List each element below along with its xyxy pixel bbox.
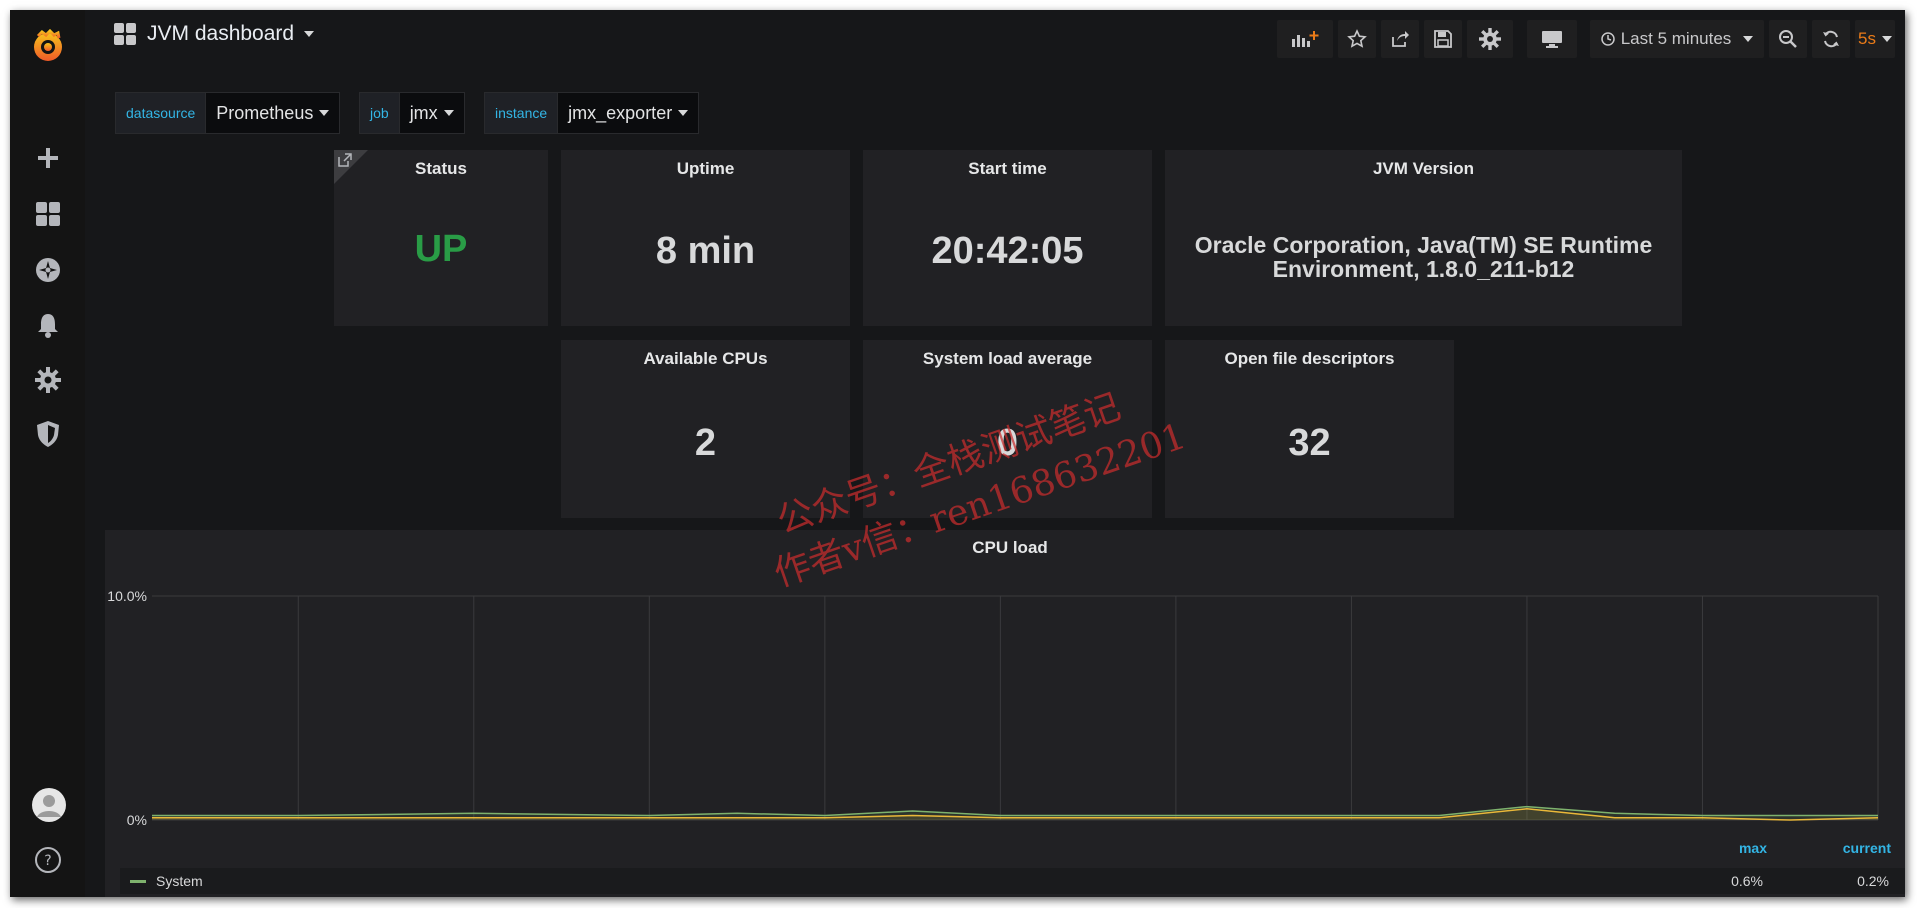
uptime-panel[interactable]: Uptime 8 min	[561, 150, 850, 326]
instance-select[interactable]: jmx_exporter	[558, 92, 700, 134]
legend-current-value: 0.2%	[1857, 873, 1889, 889]
star-dashboard-button[interactable]	[1338, 20, 1376, 58]
variable-value: Prometheus	[216, 102, 314, 123]
panel-title: Uptime	[676, 159, 735, 178]
x-tick-label: 20:45:00	[271, 829, 326, 830]
dashboard-title: JVM dashboard	[147, 22, 295, 45]
star-icon	[1347, 29, 1367, 48]
time-range-label: Last 5 minutes	[1620, 29, 1732, 48]
time-range-picker[interactable]: Last 5 minutes	[1590, 20, 1764, 58]
grafana-window: ? JVM dashboard Last 5 minutes 5s dataso…	[10, 10, 1905, 897]
stat-value: 8 min	[655, 230, 756, 272]
status-panel[interactable]: Status UP	[334, 150, 548, 326]
chevron-down-icon	[319, 110, 330, 116]
sidebar: ?	[10, 10, 85, 897]
variable-label: datasource	[115, 92, 207, 134]
dashboard-settings-button[interactable]	[1467, 20, 1513, 58]
dashboards-grid-icon[interactable]	[28, 194, 68, 234]
legend-header-max[interactable]: max	[1739, 840, 1767, 856]
dashboard-picker[interactable]: JVM dashboard	[113, 22, 315, 46]
chevron-down-icon	[1881, 36, 1892, 42]
save-icon	[1434, 30, 1452, 48]
monitor-icon	[1542, 31, 1562, 48]
panel-title: Status	[415, 159, 467, 178]
add-panel-button[interactable]	[1277, 20, 1333, 58]
chevron-down-icon	[678, 110, 689, 116]
jvm-version-panel[interactable]: JVM Version Oracle Corporation, Java(TM)…	[1165, 150, 1682, 326]
variable-label: instance	[484, 92, 559, 134]
cpu-load-panel[interactable]: CPU load 10.0%0%20:45:0020:45:3020:46:00…	[105, 530, 1905, 897]
legend-color-swatch[interactable]	[130, 880, 146, 883]
x-tick-label: 20:46:30	[798, 829, 853, 830]
user-avatar[interactable]	[29, 785, 69, 825]
cycle-view-mode-button[interactable]	[1527, 20, 1577, 58]
job-select[interactable]: jmx	[399, 92, 465, 134]
refresh-button[interactable]	[1812, 20, 1850, 58]
chevron-down-icon	[304, 31, 315, 37]
dashboard-grid-icon	[114, 23, 136, 45]
y-tick-label: 10.0%	[107, 588, 147, 604]
start-time-panel[interactable]: Start time 20:42:05	[863, 150, 1152, 326]
configuration-gear-icon[interactable]	[28, 360, 68, 400]
stat-value: UP	[414, 228, 468, 270]
explore-compass-icon[interactable]	[28, 250, 68, 290]
share-icon	[1392, 31, 1409, 47]
panel-title: System load average	[922, 349, 1093, 368]
x-tick-label: 20:48:30	[1500, 829, 1555, 830]
x-tick-label: 20:47:30	[1149, 829, 1204, 830]
create-plus-icon[interactable]	[28, 138, 68, 178]
refresh-interval-value: 5s	[1858, 29, 1876, 48]
x-tick-label: 20:48:00	[1324, 829, 1379, 830]
datasource-select[interactable]: Prometheus	[206, 92, 341, 134]
variable-job: job jmx	[359, 92, 465, 134]
top-navbar: JVM dashboard Last 5 minutes 5s	[85, 10, 1905, 66]
panel-title: Open file descriptors	[1224, 349, 1395, 368]
x-tick-label: 20:45:30	[447, 829, 502, 830]
settings-gear-icon	[1479, 28, 1501, 50]
panel-title: Start time	[968, 159, 1047, 178]
cpu-load-chart[interactable]: 10.0% 0% 20:45:00 20:45:30 20:46:00 20:46:30 2…	[105, 530, 1905, 830]
legend-row-system[interactable]: System 0.6% 0.2%	[120, 868, 1905, 894]
help-question-icon[interactable]: ?	[28, 840, 68, 880]
legend-max-value: 0.6%	[1731, 873, 1763, 889]
system-load-panel[interactable]: System load average 0	[863, 340, 1152, 518]
x-tick-label: 20:49:00	[1675, 829, 1730, 830]
chevron-down-icon	[1743, 36, 1754, 42]
stat-value-line2: Environment, 1.8.0_211-b12	[1272, 256, 1575, 282]
grafana-logo-icon[interactable]	[28, 26, 68, 66]
panel-title: Available CPUs	[643, 349, 768, 368]
refresh-interval-picker[interactable]: 5s	[1855, 20, 1895, 58]
variable-datasource: datasource Prometheus	[115, 92, 341, 134]
server-admin-shield-icon[interactable]	[28, 414, 68, 454]
legend-series-name[interactable]: System	[156, 873, 203, 889]
zoom-out-icon	[1779, 30, 1797, 48]
x-tick-label: 20:47:00	[973, 829, 1028, 830]
variable-instance: instance jmx_exporter	[484, 92, 700, 134]
share-dashboard-button[interactable]	[1381, 20, 1419, 58]
stat-value: 0	[996, 422, 1019, 464]
panel-title: JVM Version	[1372, 159, 1475, 178]
x-tick-label: 20:46:00	[622, 829, 677, 830]
save-dashboard-button[interactable]	[1424, 20, 1462, 58]
clock-icon	[1600, 32, 1615, 46]
available-cpus-panel[interactable]: Available CPUs 2	[561, 340, 850, 518]
refresh-icon	[1823, 30, 1839, 48]
stat-value-line1: Oracle Corporation, Java(TM) SE Runtime	[1194, 232, 1653, 258]
chevron-down-icon	[443, 110, 454, 116]
alerting-bell-icon[interactable]	[28, 305, 68, 345]
open-fds-panel[interactable]: Open file descriptors 32	[1165, 340, 1454, 518]
y-tick-label: 0%	[127, 812, 147, 828]
variable-label: job	[359, 92, 400, 134]
stat-value: 2	[694, 422, 717, 464]
stat-value: 32	[1288, 422, 1331, 464]
variable-value: jmx_exporter	[568, 102, 673, 123]
x-tick-label: 20:49:30	[1851, 829, 1905, 830]
svg-text:?: ?	[44, 853, 51, 869]
stat-value: 20:42:05	[931, 230, 1084, 272]
legend-header-current[interactable]: current	[1843, 840, 1891, 856]
zoom-out-button[interactable]	[1769, 20, 1807, 58]
variable-value: jmx	[409, 102, 438, 123]
add-panel-icon	[1292, 31, 1319, 47]
